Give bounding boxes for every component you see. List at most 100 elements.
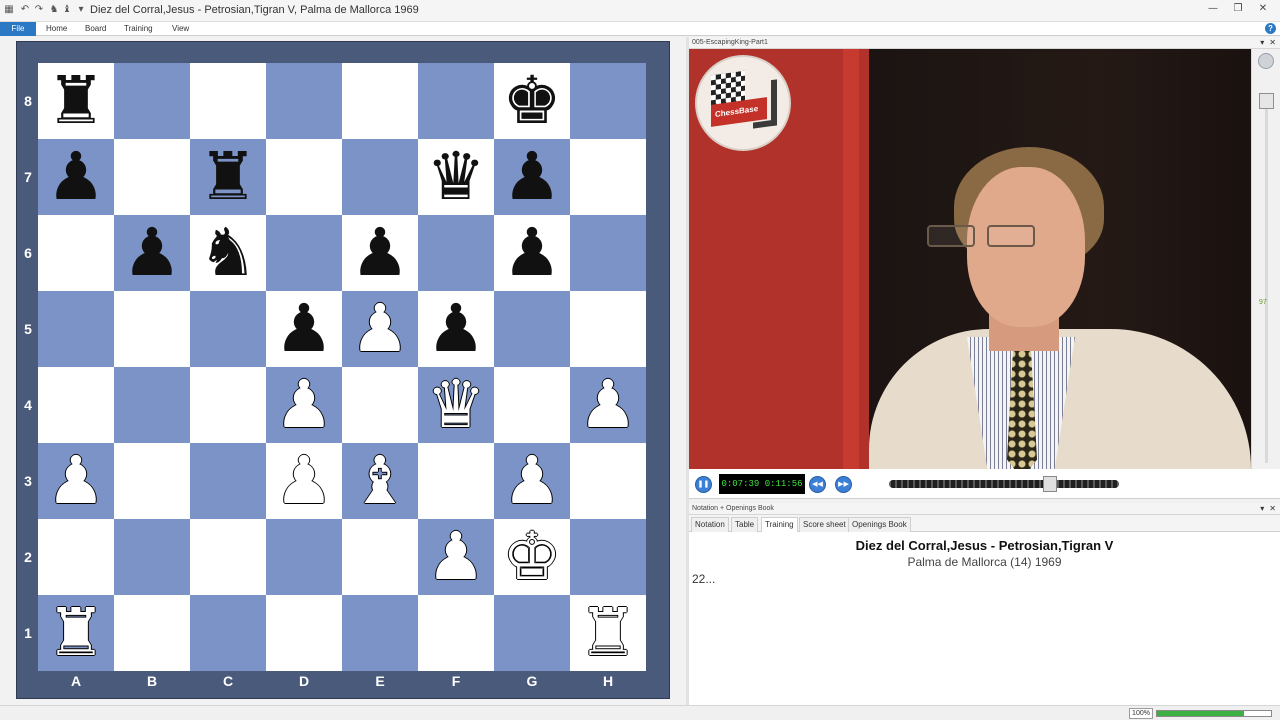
- seek-thumb[interactable]: [1043, 476, 1057, 492]
- engine-icon[interactable]: ♞: [48, 4, 60, 16]
- square-d8[interactable]: [266, 63, 342, 139]
- square-b4[interactable]: [114, 367, 190, 443]
- square-a4[interactable]: [38, 367, 114, 443]
- square-f3[interactable]: [418, 443, 494, 519]
- square-a2[interactable]: [38, 519, 114, 595]
- black-pawn-b6[interactable]: ♟: [114, 215, 190, 291]
- square-d7[interactable]: [266, 139, 342, 215]
- white-pawn-e5[interactable]: ♟: [342, 291, 418, 367]
- square-h6[interactable]: [570, 215, 646, 291]
- tab-table[interactable]: Table: [731, 517, 759, 532]
- volume-thumb[interactable]: [1259, 93, 1274, 109]
- redo-icon[interactable]: ↷: [33, 4, 45, 16]
- square-h8[interactable]: [570, 63, 646, 139]
- tab-openings-book[interactable]: Openings Book: [848, 517, 911, 532]
- rank-label: 3: [24, 473, 32, 489]
- square-e1[interactable]: [342, 595, 418, 671]
- square-e8[interactable]: [342, 63, 418, 139]
- square-b8[interactable]: [114, 63, 190, 139]
- square-g5[interactable]: [494, 291, 570, 367]
- black-pawn-g6[interactable]: ♟: [494, 215, 570, 291]
- tab-notation[interactable]: Notation: [691, 517, 729, 532]
- black-queen-f7[interactable]: ♛: [418, 139, 494, 215]
- black-rook-a8[interactable]: ♜: [38, 63, 114, 139]
- menu-view[interactable]: View: [164, 22, 197, 36]
- menu-home[interactable]: Home: [38, 22, 75, 36]
- white-bishop-e3[interactable]: ♝: [342, 443, 418, 519]
- square-g1[interactable]: [494, 595, 570, 671]
- square-b3[interactable]: [114, 443, 190, 519]
- quick-access-dropdown-icon[interactable]: ▾: [75, 4, 87, 16]
- zoom-slider[interactable]: [1156, 710, 1272, 717]
- black-pawn-d5[interactable]: ♟: [266, 291, 342, 367]
- square-f1[interactable]: [418, 595, 494, 671]
- rewind-button[interactable]: ◀◀: [809, 476, 826, 493]
- square-d6[interactable]: [266, 215, 342, 291]
- pause-button[interactable]: ❚❚: [695, 476, 712, 493]
- menu-file[interactable]: File: [0, 22, 36, 36]
- notation-panel[interactable]: Diez del Corral,Jesus - Petrosian,Tigran…: [689, 532, 1280, 705]
- square-c3[interactable]: [190, 443, 266, 519]
- square-f6[interactable]: [418, 215, 494, 291]
- white-pawn-d3[interactable]: ♟: [266, 443, 342, 519]
- window-title: Diez del Corral,Jesus - Petrosian,Tigran…: [90, 4, 419, 16]
- black-king-g8[interactable]: ♚: [494, 63, 570, 139]
- undo-icon[interactable]: ↶: [19, 4, 31, 16]
- move-list[interactable]: 22...: [692, 572, 715, 586]
- square-e7[interactable]: [342, 139, 418, 215]
- help-icon[interactable]: ?: [1265, 23, 1276, 34]
- white-pawn-a3[interactable]: ♟: [38, 443, 114, 519]
- black-knight-c6[interactable]: ♞: [190, 215, 266, 291]
- square-b7[interactable]: [114, 139, 190, 215]
- white-queen-f4[interactable]: ♛: [418, 367, 494, 443]
- ribbon-menu: File Home Board Training View ?: [0, 22, 1280, 36]
- menu-board[interactable]: Board: [77, 22, 114, 36]
- speaker-icon[interactable]: [1258, 53, 1274, 69]
- fast-forward-button[interactable]: ▶▶: [835, 476, 852, 493]
- white-pawn-d4[interactable]: ♟: [266, 367, 342, 443]
- white-pawn-f2[interactable]: ♟: [418, 519, 494, 595]
- square-a5[interactable]: [38, 291, 114, 367]
- square-c2[interactable]: [190, 519, 266, 595]
- square-b2[interactable]: [114, 519, 190, 595]
- pane-menu-icon[interactable]: ▾ ✕: [1260, 503, 1276, 514]
- square-h2[interactable]: [570, 519, 646, 595]
- black-pawn-f5[interactable]: ♟: [418, 291, 494, 367]
- video-player[interactable]: ChessBase: [689, 49, 1251, 469]
- close-button[interactable]: ✕: [1246, 0, 1280, 20]
- black-rook-c7[interactable]: ♜: [190, 139, 266, 215]
- square-g4[interactable]: [494, 367, 570, 443]
- square-d2[interactable]: [266, 519, 342, 595]
- square-b5[interactable]: [114, 291, 190, 367]
- menu-training[interactable]: Training: [116, 22, 161, 36]
- square-e2[interactable]: [342, 519, 418, 595]
- black-pawn-a7[interactable]: ♟: [38, 139, 114, 215]
- square-e4[interactable]: [342, 367, 418, 443]
- white-king-g2[interactable]: ♚: [494, 519, 570, 595]
- black-pawn-g7[interactable]: ♟: [494, 139, 570, 215]
- square-d1[interactable]: [266, 595, 342, 671]
- tab-training[interactable]: Training: [761, 517, 798, 533]
- black-pawn-e6[interactable]: ♟: [342, 215, 418, 291]
- seek-bar[interactable]: [889, 480, 1119, 488]
- white-pawn-g3[interactable]: ♟: [494, 443, 570, 519]
- square-b1[interactable]: [114, 595, 190, 671]
- square-f8[interactable]: [418, 63, 494, 139]
- square-a6[interactable]: [38, 215, 114, 291]
- chessboard[interactable]: ♜ ♚ ♟ ♜ ♛ ♟ ♟ ♞ ♟ ♟ ♟ ♟ ♟ ♟ ♛ ♟ ♟ ♟ ♝ ♟ ♟ ♚ ♜ ♜: [38, 63, 646, 671]
- volume-track[interactable]: [1265, 93, 1268, 463]
- white-pawn-h4[interactable]: ♟: [570, 367, 646, 443]
- white-rook-a1[interactable]: ♜: [38, 595, 114, 671]
- square-h3[interactable]: [570, 443, 646, 519]
- piece-icon[interactable]: ♝: [61, 4, 73, 16]
- white-rook-h1[interactable]: ♜: [570, 595, 646, 671]
- pane-menu-icon[interactable]: ▾ ✕: [1260, 37, 1276, 48]
- square-h7[interactable]: [570, 139, 646, 215]
- square-c8[interactable]: [190, 63, 266, 139]
- square-c5[interactable]: [190, 291, 266, 367]
- square-c1[interactable]: [190, 595, 266, 671]
- square-h5[interactable]: [570, 291, 646, 367]
- zoom-level[interactable]: 100%: [1129, 708, 1153, 719]
- tab-score-sheet[interactable]: Score sheet: [799, 517, 850, 532]
- square-c4[interactable]: [190, 367, 266, 443]
